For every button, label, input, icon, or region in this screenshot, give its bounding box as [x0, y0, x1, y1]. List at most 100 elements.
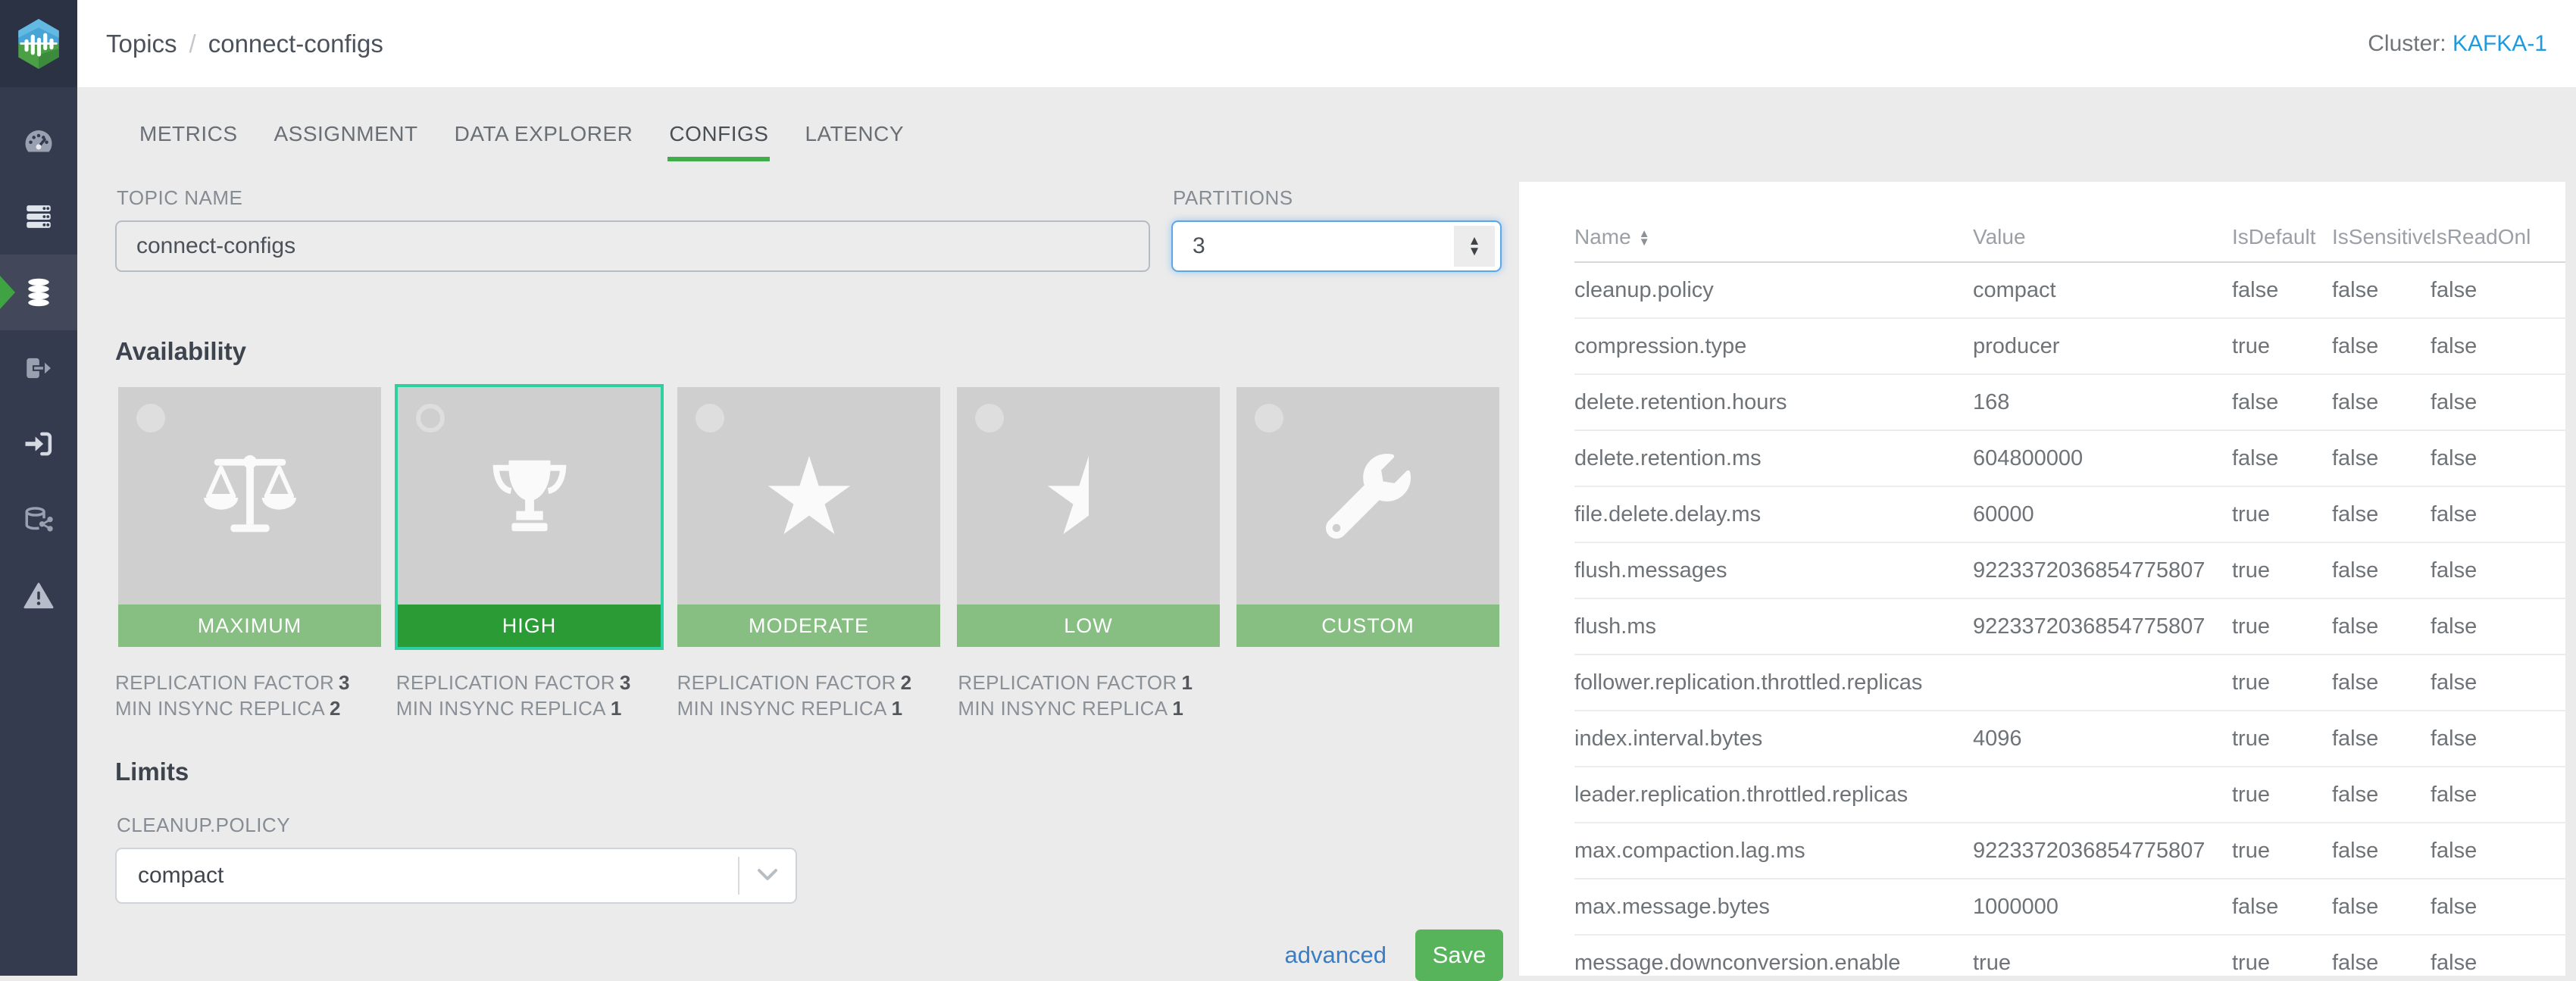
- column-header-name[interactable]: Name▲▼: [1574, 212, 1973, 262]
- cleanup-policy-select[interactable]: compact: [115, 848, 797, 904]
- cluster-link[interactable]: KAFKA-1: [2453, 31, 2547, 56]
- table-row: file.delete.delay.ms60000truefalsefalse: [1574, 486, 2565, 542]
- form-actions: advanced Save: [115, 929, 1503, 981]
- gauge-icon: [23, 125, 55, 157]
- column-header-value: Value: [1973, 212, 2232, 262]
- breadcrumb-topics-link[interactable]: Topics: [106, 30, 177, 58]
- save-button[interactable]: Save: [1415, 929, 1503, 981]
- star-half-icon: [1043, 451, 1134, 541]
- sort-icon[interactable]: ▲▼: [1639, 230, 1650, 246]
- trophy-icon: [485, 451, 574, 541]
- radio-custom[interactable]: [1255, 404, 1283, 433]
- sidebar-item-warnings[interactable]: [0, 558, 77, 633]
- replication-summary-row: REPLICATION FACTOR3 MIN INSYNC REPLICA2 …: [115, 670, 1503, 721]
- radio-high[interactable]: [416, 404, 445, 433]
- table-row: flush.messages9223372036854775807truefal…: [1574, 542, 2565, 598]
- table-row: follower.replication.throttled.replicast…: [1574, 655, 2565, 711]
- replication-summary-maximum: REPLICATION FACTOR3 MIN INSYNC REPLICA2: [115, 670, 380, 721]
- sidebar-item-dashboard[interactable]: [0, 103, 77, 179]
- cluster-label: Cluster:: [2368, 31, 2446, 56]
- tab-data-explorer[interactable]: DATA EXPLORER: [453, 108, 635, 161]
- table-row: index.interval.bytes4096truefalsefalse: [1574, 711, 2565, 767]
- config-table-header: Name▲▼ Value IsDefault IsSensitive IsRea…: [1574, 212, 2565, 262]
- breadcrumb-current: connect-configs: [208, 30, 383, 58]
- availability-heading: Availability: [115, 337, 1503, 366]
- warning-triangle-icon: [23, 580, 55, 611]
- akhq-logo-icon: [15, 17, 62, 70]
- radio-moderate[interactable]: [696, 404, 724, 433]
- partitions-label: PARTITIONS: [1173, 186, 1502, 210]
- star-icon: [764, 451, 855, 541]
- column-header-issensitive: IsSensitive: [2332, 212, 2431, 262]
- table-row: delete.retention.ms604800000falsefalsefa…: [1574, 430, 2565, 486]
- partitions-input[interactable]: [1171, 220, 1502, 272]
- database-icon: [23, 276, 55, 308]
- column-header-isdefault: IsDefault: [2232, 212, 2332, 262]
- table-row: max.compaction.lag.ms9223372036854775807…: [1574, 823, 2565, 879]
- chevron-down-icon: [756, 863, 779, 889]
- balance-scale-icon: [197, 451, 303, 541]
- stepper-down-icon[interactable]: ▼: [1468, 246, 1481, 257]
- akhq-logo[interactable]: [0, 0, 77, 87]
- config-table-panel: Name▲▼ Value IsDefault IsSensitive IsRea…: [1519, 182, 2565, 976]
- partitions-stepper[interactable]: ▲ ▼: [1454, 226, 1495, 267]
- availability-card-maximum[interactable]: MAXIMUM: [115, 384, 384, 650]
- sidebar-item-schema-registry[interactable]: [0, 482, 77, 558]
- tab-bar: METRICS ASSIGNMENT DATA EXPLORER CONFIGS…: [138, 87, 905, 182]
- server-stack-icon: [23, 201, 55, 233]
- breadcrumb: Topics / connect-configs: [106, 30, 383, 58]
- main-area: Topics / connect-configs Cluster: KAFKA-…: [77, 0, 2576, 976]
- sign-in-icon: [23, 428, 55, 460]
- tab-configs[interactable]: CONFIGS: [667, 108, 770, 161]
- replication-summary-moderate: REPLICATION FACTOR2 MIN INSYNC REPLICA1: [677, 670, 942, 721]
- select-divider: [738, 857, 739, 895]
- cleanup-policy-value: compact: [138, 863, 224, 889]
- tab-assignment[interactable]: ASSIGNMENT: [273, 108, 420, 161]
- availability-card-custom[interactable]: CUSTOM: [1233, 384, 1502, 650]
- card-label-moderate: MODERATE: [677, 605, 940, 647]
- sidebar-nav: [0, 87, 77, 633]
- table-row: delete.retention.hours168falsefalsefalse: [1574, 374, 2565, 430]
- card-label-maximum: MAXIMUM: [118, 605, 381, 647]
- table-row: flush.ms9223372036854775807truefalsefals…: [1574, 598, 2565, 655]
- radio-maximum[interactable]: [136, 404, 165, 433]
- radio-low[interactable]: [975, 404, 1004, 433]
- sidebar-item-connect[interactable]: [0, 406, 77, 482]
- replication-summary-high: REPLICATION FACTOR3 MIN INSYNC REPLICA1: [396, 670, 661, 721]
- tab-metrics[interactable]: METRICS: [138, 108, 239, 161]
- table-row: message.downconversion.enabletruetruefal…: [1574, 935, 2565, 976]
- availability-cards: MAXIMUM: [115, 384, 1503, 650]
- table-row: leader.replication.throttled.replicastru…: [1574, 767, 2565, 823]
- limits-heading: Limits: [115, 758, 1503, 786]
- sidebar-item-nodes[interactable]: [0, 179, 77, 255]
- breadcrumb-separator: /: [189, 30, 196, 58]
- availability-card-high[interactable]: HIGH: [395, 384, 664, 650]
- replication-summary-low: REPLICATION FACTOR1 MIN INSYNC REPLICA1: [958, 670, 1222, 721]
- table-row: compression.typeproducertruefalsefalse: [1574, 318, 2565, 374]
- sidebar-item-live-tail[interactable]: [0, 330, 77, 406]
- cluster-indicator: Cluster: KAFKA-1: [2368, 31, 2547, 57]
- advanced-link[interactable]: advanced: [1285, 942, 1386, 969]
- sidebar: [0, 0, 77, 976]
- tab-latency[interactable]: LATENCY: [803, 108, 905, 161]
- sidebar-item-topics[interactable]: [0, 255, 77, 330]
- topic-name-label: TOPIC NAME: [117, 186, 1150, 210]
- card-label-high: HIGH: [398, 605, 661, 647]
- topbar: Topics / connect-configs Cluster: KAFKA-…: [77, 0, 2576, 87]
- topic-config-form: TOPIC NAME PARTITIONS ▲ ▼ Availability: [115, 182, 1503, 981]
- content: METRICS ASSIGNMENT DATA EXPLORER CONFIGS…: [77, 87, 2576, 976]
- sign-out-icon: [23, 352, 55, 384]
- card-label-low: LOW: [957, 605, 1220, 647]
- availability-card-moderate[interactable]: MODERATE: [674, 384, 943, 650]
- replication-summary-custom: [1239, 670, 1503, 721]
- table-row: cleanup.policycompactfalsefalsefalse: [1574, 262, 2565, 318]
- table-row: max.message.bytes1000000falsefalsefalse: [1574, 879, 2565, 935]
- cleanup-policy-label: CLEANUP.POLICY: [117, 814, 1503, 837]
- card-label-custom: CUSTOM: [1236, 605, 1499, 647]
- wrench-icon: [1326, 454, 1411, 539]
- availability-card-low[interactable]: LOW: [954, 384, 1223, 650]
- topic-name-input[interactable]: [115, 220, 1150, 272]
- database-share-icon: [23, 504, 55, 536]
- column-header-isreadonly: IsReadOnl: [2431, 212, 2565, 262]
- config-table: Name▲▼ Value IsDefault IsSensitive IsRea…: [1574, 212, 2565, 976]
